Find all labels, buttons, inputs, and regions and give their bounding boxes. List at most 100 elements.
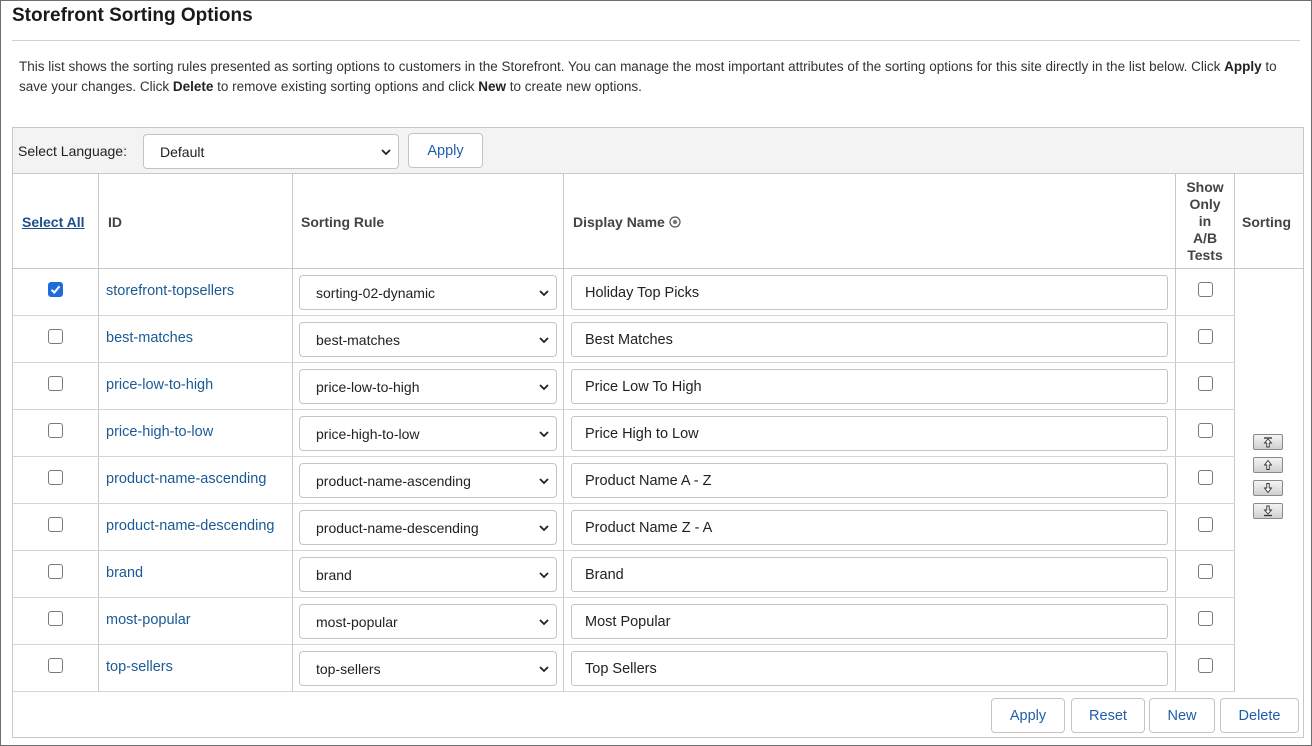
row-select-checkbox[interactable] (48, 423, 63, 438)
header-ab-line: Tests (1187, 247, 1223, 263)
sorting-option-id-link[interactable]: product-name-descending (106, 518, 274, 534)
sorting-rule-select[interactable]: product-name-ascending (299, 463, 557, 498)
table-row: top-sellers top-sellers Top Sellers (13, 645, 1235, 692)
row-select-checkbox[interactable] (48, 376, 63, 391)
ab-tests-only-checkbox[interactable] (1198, 470, 1213, 485)
reset-button[interactable]: Reset (1071, 698, 1145, 733)
move-bottom-button[interactable] (1253, 503, 1283, 519)
language-select[interactable]: Default (143, 134, 399, 169)
sorting-options-panel: Select Language: Default Apply Select Al… (12, 127, 1304, 738)
row-select-checkbox[interactable] (48, 564, 63, 579)
sorting-rule-value: price-low-to-high (316, 379, 420, 395)
chevron-down-icon (539, 665, 549, 672)
chevron-down-icon (539, 477, 549, 484)
select-all-link[interactable]: Select All (22, 214, 85, 230)
sorting-option-id-link[interactable]: storefront-topsellers (106, 283, 234, 299)
language-apply-button[interactable]: Apply (408, 133, 483, 168)
table-row: best-matches best-matches Best Matches (13, 316, 1235, 363)
row-select-checkbox[interactable] (48, 282, 63, 297)
sorting-rule-select[interactable]: price-low-to-high (299, 369, 557, 404)
description-text: to create new options. (506, 79, 642, 94)
title-divider (12, 40, 1300, 41)
language-select-value: Default (160, 144, 205, 160)
description-text: This list shows the sorting rules presen… (19, 59, 1225, 74)
sorting-option-id-link[interactable]: most-popular (106, 612, 191, 628)
table-row: product-name-ascending product-name-asce… (13, 457, 1235, 504)
description-apply-word: Apply (1224, 59, 1262, 74)
table-row: storefront-topsellers sorting-02-dynamic… (13, 269, 1235, 316)
page-frame: Storefront Sorting Options This list sho… (0, 0, 1312, 746)
display-name-input[interactable]: Brand (571, 557, 1168, 592)
header-id: ID (108, 213, 122, 230)
sorting-rule-value: sorting-02-dynamic (316, 285, 436, 301)
display-name-input[interactable]: Most Popular (571, 604, 1168, 639)
display-name-input[interactable]: Holiday Top Picks (571, 275, 1168, 310)
ab-tests-only-checkbox[interactable] (1198, 517, 1213, 532)
move-down-button[interactable] (1253, 480, 1283, 496)
display-name-input[interactable]: Price Low To High (571, 369, 1168, 404)
display-name-input[interactable]: Best Matches (571, 322, 1168, 357)
ab-tests-only-checkbox[interactable] (1198, 658, 1213, 673)
language-label: Select Language: (18, 143, 127, 159)
header-sorting-rule: Sorting Rule (301, 213, 385, 230)
sorting-rule-select[interactable]: price-high-to-low (299, 416, 557, 451)
ab-tests-only-checkbox[interactable] (1198, 282, 1213, 297)
sorting-rule-select[interactable]: best-matches (299, 322, 557, 357)
display-name-input[interactable]: Top Sellers (571, 651, 1168, 686)
page-title: Storefront Sorting Options (12, 5, 253, 26)
chevron-down-icon (539, 383, 549, 390)
page-description: This list shows the sorting rules presen… (19, 57, 1297, 97)
description-delete-word: Delete (172, 79, 214, 94)
row-select-checkbox[interactable] (48, 658, 63, 673)
sorting-rule-select[interactable]: most-popular (299, 604, 557, 639)
move-top-button[interactable] (1253, 434, 1283, 450)
sorting-option-id-link[interactable]: best-matches (106, 330, 193, 346)
sorting-rule-value: brand (316, 567, 352, 583)
apply-button[interactable]: Apply (991, 698, 1065, 733)
ab-tests-only-checkbox[interactable] (1198, 376, 1213, 391)
sorting-rule-select[interactable]: top-sellers (299, 651, 557, 686)
ab-tests-only-checkbox[interactable] (1198, 611, 1213, 626)
sorting-rule-value: product-name-descending (316, 520, 479, 536)
sorting-rule-value: best-matches (316, 332, 401, 348)
sorting-rule-value: price-high-to-low (316, 426, 420, 442)
ab-tests-only-checkbox[interactable] (1198, 329, 1213, 344)
chevron-down-icon (539, 336, 549, 343)
display-name-input[interactable]: Product Name A - Z (571, 463, 1168, 498)
ab-tests-only-checkbox[interactable] (1198, 564, 1213, 579)
header-ab-line: Only (1189, 196, 1221, 212)
chevron-down-icon (539, 618, 549, 625)
move-up-button[interactable] (1253, 457, 1283, 473)
display-name-input[interactable]: Product Name Z - A (571, 510, 1168, 545)
chevron-down-icon (539, 289, 549, 296)
sorting-rule-select[interactable]: brand (299, 557, 557, 592)
display-name-input[interactable]: Price High to Low (571, 416, 1168, 451)
chevron-down-icon (539, 524, 549, 531)
sorting-option-id-link[interactable]: brand (106, 565, 143, 581)
sorting-rule-select[interactable]: product-name-descending (299, 510, 557, 545)
sorting-option-id-link[interactable]: price-high-to-low (106, 424, 213, 440)
new-button[interactable]: New (1149, 698, 1215, 733)
header-sorting: Sorting (1242, 213, 1291, 230)
move-top-icon (1263, 437, 1273, 448)
move-down-icon (1263, 483, 1273, 494)
row-select-checkbox[interactable] (48, 611, 63, 626)
sorting-rule-value: most-popular (316, 614, 398, 630)
header-select-all-cell: Select All (22, 174, 85, 269)
info-icon[interactable] (669, 215, 681, 228)
sorting-option-id-link[interactable]: top-sellers (106, 659, 173, 675)
header-ab-tests-text: Show Only in A/B Tests (1186, 179, 1223, 264)
chevron-down-icon (381, 148, 391, 155)
sorting-option-id-link[interactable]: price-low-to-high (106, 377, 213, 393)
ab-tests-only-checkbox[interactable] (1198, 423, 1213, 438)
sorting-rule-select[interactable]: sorting-02-dynamic (299, 275, 557, 310)
row-select-checkbox[interactable] (48, 517, 63, 532)
row-select-checkbox[interactable] (48, 470, 63, 485)
header-ab-line: Show (1186, 179, 1224, 195)
table-row: product-name-descending product-name-des… (13, 504, 1235, 551)
row-select-checkbox[interactable] (48, 329, 63, 344)
chevron-down-icon (539, 571, 549, 578)
sorting-option-id-link[interactable]: product-name-ascending (106, 471, 266, 487)
header-display-name: Display Name (573, 213, 665, 230)
delete-button[interactable]: Delete (1220, 698, 1299, 733)
